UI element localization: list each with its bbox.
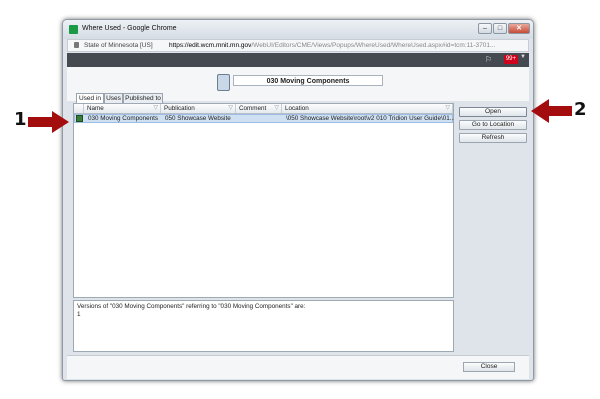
- where-used-window: Where Used - Google Chrome – □ ✕ State o…: [62, 19, 534, 381]
- close-button[interactable]: Close: [463, 362, 515, 372]
- url-text[interactable]: https://edit.wcm.mnit.mn.gov/WebUI/Edito…: [169, 42, 495, 49]
- versions-list: 1: [77, 311, 81, 318]
- url-path: /WebUI/Editors/CME/Views/Popups/WhereUse…: [251, 42, 496, 49]
- column-label-comment: Comment: [239, 105, 267, 112]
- table-row[interactable]: 030 Moving Components 050 Showcase Websi…: [74, 114, 454, 123]
- address-bar[interactable]: State of Minnesota [US] https://edit.wcm…: [67, 39, 529, 52]
- cell-location: \050 Showcase Website\root\v2 010 Tridio…: [286, 115, 454, 122]
- callout-arrow-left-icon: [531, 99, 572, 123]
- results-grid: Name ▽ Publication ▽ Comment ▽ Location ▽ 03…: [73, 103, 454, 298]
- tab-uses[interactable]: Uses: [104, 93, 123, 103]
- close-window-button[interactable]: ✕: [508, 23, 530, 34]
- component-icon: [217, 74, 230, 91]
- minimize-button[interactable]: –: [478, 23, 492, 34]
- grid-header: Name ▽ Publication ▽ Comment ▽ Location ▽: [74, 104, 453, 114]
- open-button[interactable]: Open: [459, 107, 527, 117]
- lock-icon: [74, 42, 79, 48]
- cell-comment: [237, 115, 283, 123]
- tab-published-to[interactable]: Published to: [123, 93, 163, 103]
- column-header-comment[interactable]: Comment ▽: [236, 104, 282, 113]
- callout-number-1: 1: [14, 109, 27, 130]
- url-host: https://edit.wcm.mnit.mn.gov: [169, 42, 252, 49]
- column-header-name[interactable]: Name ▽: [84, 104, 161, 113]
- item-title: 030 Moving Components: [233, 75, 383, 86]
- filter-icon[interactable]: ▽: [445, 104, 450, 113]
- header-checkbox-col: [74, 104, 84, 113]
- site-organization: State of Minnesota [US]: [84, 42, 153, 49]
- component-icon: [76, 115, 83, 122]
- filter-icon[interactable]: ▽: [274, 104, 279, 113]
- refresh-button[interactable]: Refresh: [459, 133, 527, 143]
- filter-icon[interactable]: ▽: [228, 104, 233, 113]
- dialog-footer: Close: [67, 355, 529, 379]
- column-header-location[interactable]: Location ▽: [282, 104, 453, 113]
- callout-arrow-right-icon: [28, 111, 69, 133]
- column-label-location: Location: [285, 105, 309, 112]
- column-label-publication: Publication: [164, 105, 195, 112]
- window-title: Where Used - Google Chrome: [82, 25, 177, 32]
- app-icon: [69, 25, 78, 34]
- callout-number-2: 2: [574, 99, 587, 120]
- go-to-location-button[interactable]: Go to Location: [459, 120, 527, 130]
- versions-info-panel: Versions of "030 Moving Components" refe…: [73, 300, 454, 352]
- chevron-down-icon[interactable]: ▼: [520, 54, 526, 60]
- maximize-button[interactable]: □: [493, 23, 507, 34]
- top-band: ⚐ 99+ ▼: [67, 53, 529, 67]
- cell-name: 030 Moving Components: [88, 115, 159, 122]
- column-header-publication[interactable]: Publication ▽: [161, 104, 236, 113]
- notification-badge[interactable]: 99+: [503, 55, 518, 64]
- versions-description: Versions of "030 Moving Components" refe…: [77, 303, 306, 310]
- flag-icon[interactable]: ⚐: [485, 55, 494, 64]
- filter-icon[interactable]: ▽: [153, 104, 158, 113]
- title-bar[interactable]: Where Used - Google Chrome – □ ✕: [63, 20, 533, 39]
- cell-publication: 050 Showcase Website: [165, 115, 231, 122]
- column-label-name: Name: [87, 105, 104, 112]
